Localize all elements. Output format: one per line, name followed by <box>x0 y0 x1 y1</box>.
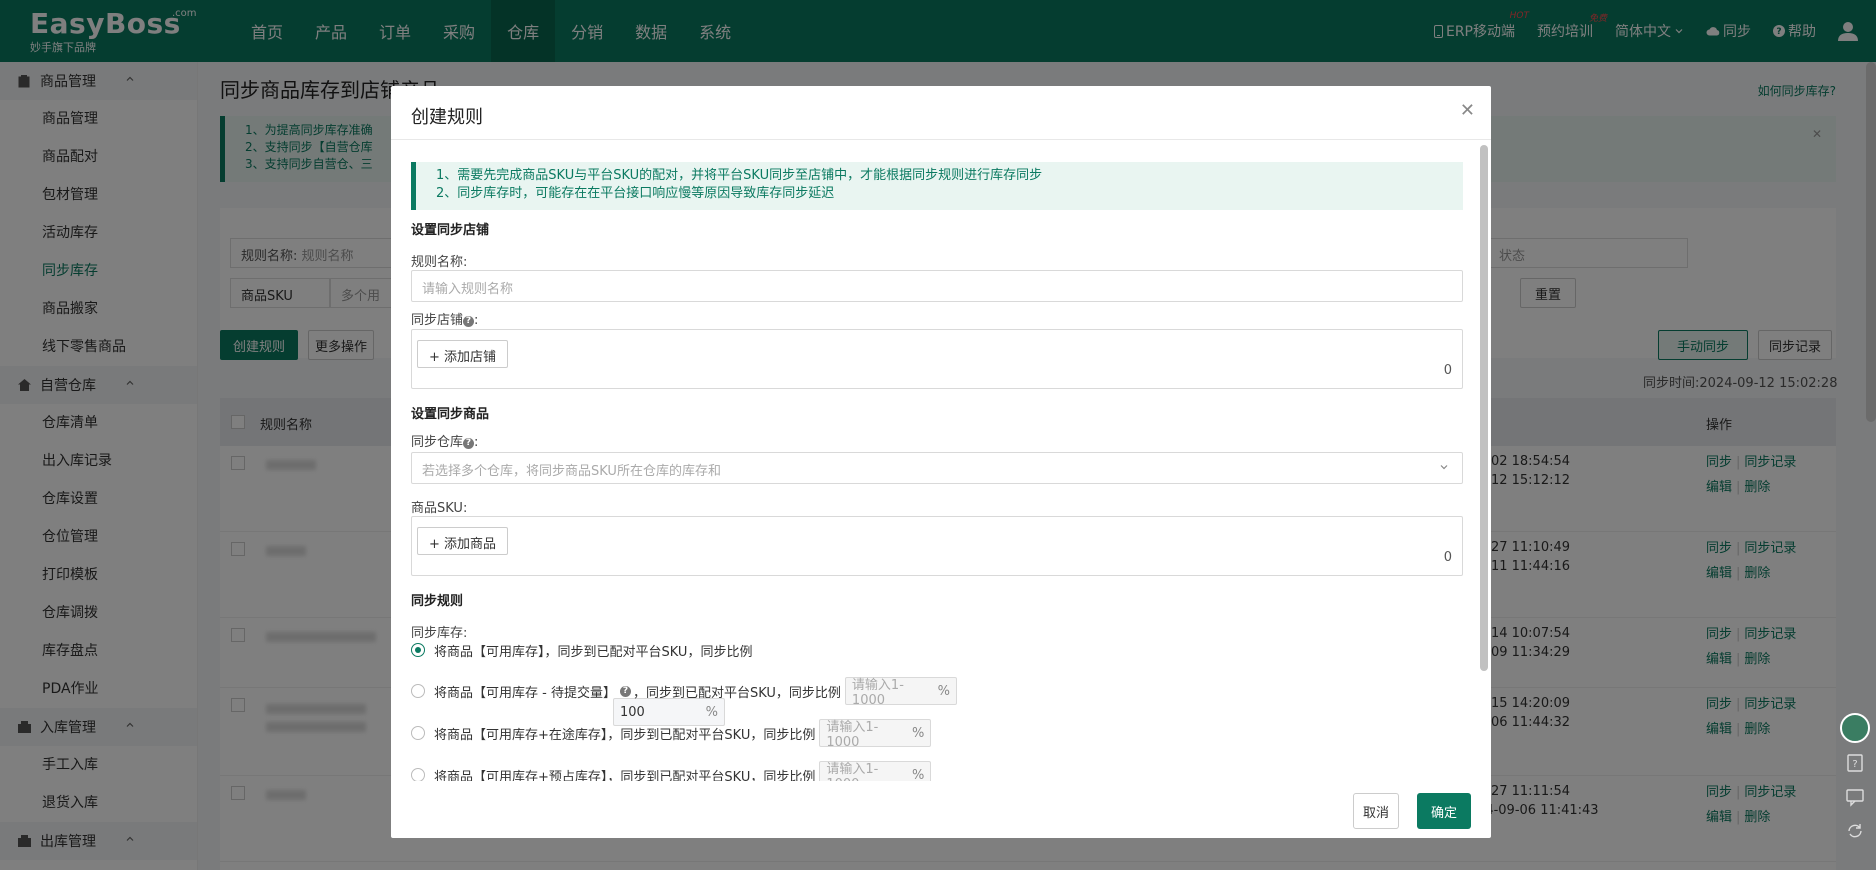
dialog-title: 创建规则 <box>411 107 483 128</box>
ratio-placeholder: 请输入1-1000 <box>826 720 879 750</box>
create-rule-dialog: 创建规则 ✕ 1、需要先完成商品SKU与平台SKU的配对，并将平台SKU同步至店… <box>391 86 1491 838</box>
floating-tools: ? <box>1840 713 1870 845</box>
rule-name-label: 规则名称: <box>411 255 468 270</box>
question-icon[interactable]: ? <box>619 685 631 697</box>
radio-unselected[interactable] <box>411 684 425 698</box>
dialog-scrollbar[interactable] <box>1480 145 1488 671</box>
question-doc-icon[interactable]: ? <box>1845 753 1865 773</box>
section-title-store: 设置同步店铺 <box>411 223 490 238</box>
dialog-body: 1、需要先完成商品SKU与平台SKU的配对，并将平台SKU同步至店铺中，才能根据… <box>391 141 1491 781</box>
dialog-notice: 1、需要先完成商品SKU与平台SKU的配对，并将平台SKU同步至店铺中，才能根据… <box>411 162 1463 210</box>
sku-label: 商品SKU: <box>411 501 468 516</box>
section-title-rule: 同步规则 <box>411 594 464 609</box>
chevron-down-icon <box>1440 465 1448 470</box>
radio-unselected[interactable] <box>411 726 425 740</box>
store-label-text: 同步店铺 <box>411 313 464 328</box>
ratio-placeholder: 请输入1-1000 <box>851 678 904 708</box>
svg-text:?: ? <box>1852 759 1857 770</box>
section-title-goods: 设置同步商品 <box>411 407 490 422</box>
radio-selected[interactable] <box>411 643 425 657</box>
question-icon[interactable]: ? <box>463 438 475 449</box>
warehouse-select[interactable]: 若选择多个仓库，将同步商品SKU所在仓库的库存和 <box>411 452 1463 484</box>
goods-select-box: + 添加商品 0 <box>411 516 1463 576</box>
store-count: 0 <box>1443 363 1452 378</box>
rule-name-input[interactable]: 请输入规则名称 <box>411 270 1463 302</box>
warehouse-label-text: 同步仓库 <box>411 435 464 450</box>
warehouse-label: 同步仓库?: <box>411 435 479 450</box>
add-store-button[interactable]: + 添加店铺 <box>417 340 509 368</box>
support-avatar[interactable] <box>1840 713 1870 743</box>
warehouse-placeholder: 若选择多个仓库，将同步商品SKU所在仓库的库存和 <box>422 464 721 479</box>
dialog-header: 创建规则 ✕ <box>391 86 1491 140</box>
ratio-input[interactable]: 请输入1-1000% <box>819 719 932 750</box>
ratio-input[interactable]: 请输入1-1000% <box>819 761 932 782</box>
ratio-placeholder: 请输入1-1000 <box>826 762 879 781</box>
option-text: ，同步到已配对平台SKU，同步比例 <box>632 685 841 701</box>
chat-icon[interactable] <box>1845 787 1865 807</box>
stock-option-available-plus-transit[interactable]: 将商品【可用库存+在途库存】，同步到已配对平台SKU，同步比例 请输入1-100… <box>411 719 932 750</box>
store-select-box: + 添加店铺 0 <box>411 329 1463 389</box>
notice-line: 1、需要先完成商品SKU与平台SKU的配对，并将平台SKU同步至店铺中，才能根据… <box>436 168 1043 183</box>
option-text: 将商品【可用库存+在途库存】，同步到已配对平台SKU，同步比例 <box>434 727 816 743</box>
refresh-icon[interactable] <box>1845 821 1865 841</box>
ratio-input[interactable]: 请输入1-1000% <box>844 677 957 708</box>
option-text: 将商品【可用库存 - 待提交量】 <box>434 685 616 701</box>
stock-option-available-plus-reserved[interactable]: 将商品【可用库存+预占库存】，同步到已配对平台SKU，同步比例 请输入1-100… <box>411 761 932 782</box>
radio-unselected[interactable] <box>411 768 425 781</box>
cancel-button[interactable]: 取消 <box>1353 793 1399 829</box>
option-text: 将商品【可用库存+预占库存】，同步到已配对平台SKU，同步比例 <box>434 769 816 782</box>
percent-sign: % <box>705 704 718 720</box>
percent-sign: % <box>911 725 925 741</box>
confirm-button[interactable]: 确定 <box>1417 793 1471 829</box>
notice-line: 2、同步库存时，可能存在在平台接口响应慢等原因导致库存同步延迟 <box>436 186 835 201</box>
stock-option-available[interactable]: 将商品【可用库存】，同步到已配对平台SKU，同步比例 100% <box>411 636 753 726</box>
question-icon[interactable]: ? <box>463 316 475 327</box>
ratio-value: 100 <box>620 704 645 720</box>
percent-sign: % <box>937 683 950 699</box>
dialog-footer: 取消 确定 <box>391 781 1491 838</box>
rule-name-placeholder: 请输入规则名称 <box>422 282 514 297</box>
option-text: 将商品【可用库存】，同步到已配对平台SKU，同步比例 <box>434 644 753 660</box>
goods-count: 0 <box>1443 550 1452 565</box>
close-icon[interactable]: ✕ <box>1460 100 1475 121</box>
add-goods-button[interactable]: + 添加商品 <box>417 527 509 555</box>
store-label: 同步店铺?: <box>411 313 479 328</box>
percent-sign: % <box>911 767 925 782</box>
stock-option-available-minus-pending[interactable]: 将商品【可用库存 - 待提交量】 ? ，同步到已配对平台SKU，同步比例 请输入… <box>411 677 957 708</box>
